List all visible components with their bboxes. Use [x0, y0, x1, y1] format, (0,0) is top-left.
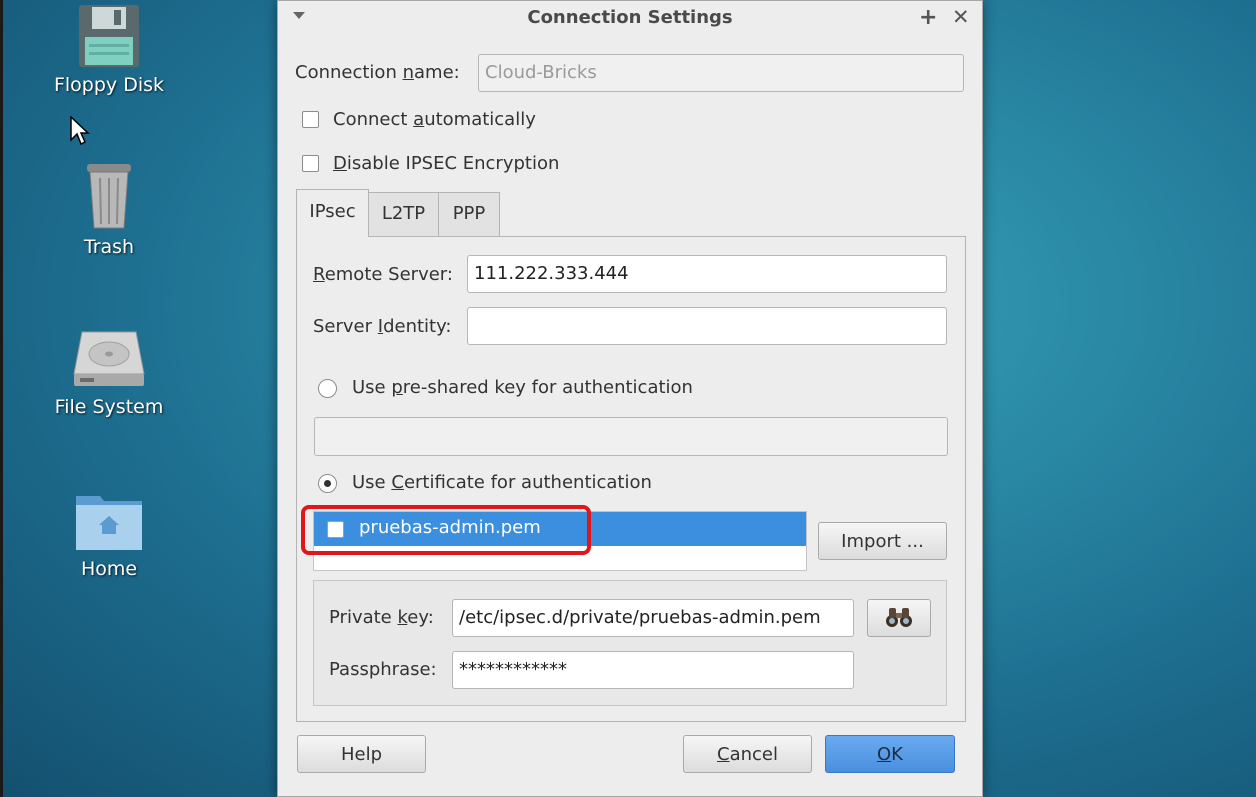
passphrase-label: Passphrase: — [329, 659, 437, 680]
server-identity-label: Server Identity: — [313, 316, 452, 337]
connect-automatically-label[interactable]: Connect automatically — [333, 109, 536, 130]
disable-ipsec-checkbox[interactable] — [302, 155, 319, 172]
private-key-input[interactable]: /etc/ipsec.d/private/pruebas-admin.pem — [452, 599, 854, 637]
connection-name-label: Connection name: — [295, 62, 460, 83]
mouse-cursor-icon — [70, 115, 90, 150]
certificate-radio-label[interactable]: Use Certificate for authentication — [352, 472, 652, 493]
desktop-icon-label: Home — [80, 558, 138, 580]
desktop-icon-file-system[interactable]: File System — [34, 328, 184, 418]
passphrase-input[interactable]: ************ — [452, 651, 854, 689]
home-folder-icon — [74, 490, 144, 552]
ok-button[interactable]: OK — [825, 735, 955, 773]
dialog-title: Connection Settings — [527, 7, 733, 28]
server-identity-input[interactable] — [467, 307, 947, 345]
certificate-radio[interactable] — [318, 474, 337, 493]
import-button[interactable]: Import ... — [818, 522, 947, 560]
disable-ipsec-label[interactable]: Disable IPSEC Encryption — [333, 153, 559, 174]
title-bar[interactable]: Connection Settings + ✕ — [278, 1, 982, 35]
psk-radio[interactable] — [318, 379, 337, 398]
certificate-list[interactable]: pruebas-admin.pem — [313, 511, 807, 571]
connection-name-input[interactable]: Cloud-Bricks — [478, 54, 964, 92]
connect-automatically-checkbox[interactable] — [302, 111, 319, 128]
desktop-icon-trash[interactable]: Trash — [34, 162, 184, 258]
remote-server-label: Remote Server: — [313, 264, 453, 285]
certificate-checkbox[interactable] — [327, 521, 344, 538]
trash-icon — [84, 162, 134, 230]
psk-radio-label[interactable]: Use pre-shared key for authentication — [352, 377, 693, 398]
desktop-icon-home[interactable]: Home — [34, 490, 184, 580]
hard-drive-icon — [72, 328, 146, 390]
binoculars-icon — [885, 608, 913, 634]
desktop-icon-label: Trash — [83, 236, 135, 258]
radio-selected-dot — [324, 480, 331, 487]
cancel-button[interactable]: Cancel — [683, 735, 812, 773]
desktop-icon-label: Floppy Disk — [53, 74, 165, 96]
certificate-name: pruebas-admin.pem — [359, 517, 541, 538]
tab-ipsec[interactable]: IPsec — [296, 189, 369, 237]
maximize-icon[interactable]: + — [919, 5, 937, 30]
floppy-disk-icon — [78, 4, 140, 68]
tab-l2tp[interactable]: L2TP — [368, 192, 439, 237]
help-button[interactable]: Help — [297, 735, 426, 773]
private-key-label: Private key: — [329, 607, 434, 628]
close-icon[interactable]: ✕ — [952, 5, 970, 29]
browse-button[interactable] — [867, 599, 931, 637]
connection-settings-dialog: Connection Settings + ✕ Connection name:… — [277, 0, 983, 797]
tab-ppp[interactable]: PPP — [438, 192, 500, 237]
desktop-icon-label: File System — [54, 396, 164, 418]
remote-server-input[interactable]: 111.222.333.444 — [467, 255, 947, 293]
desktop-icon-floppy-disk[interactable]: Floppy Disk — [34, 4, 184, 96]
psk-input[interactable] — [314, 417, 948, 456]
list-item[interactable]: pruebas-admin.pem — [314, 512, 806, 546]
screen-edge — [0, 0, 3, 797]
